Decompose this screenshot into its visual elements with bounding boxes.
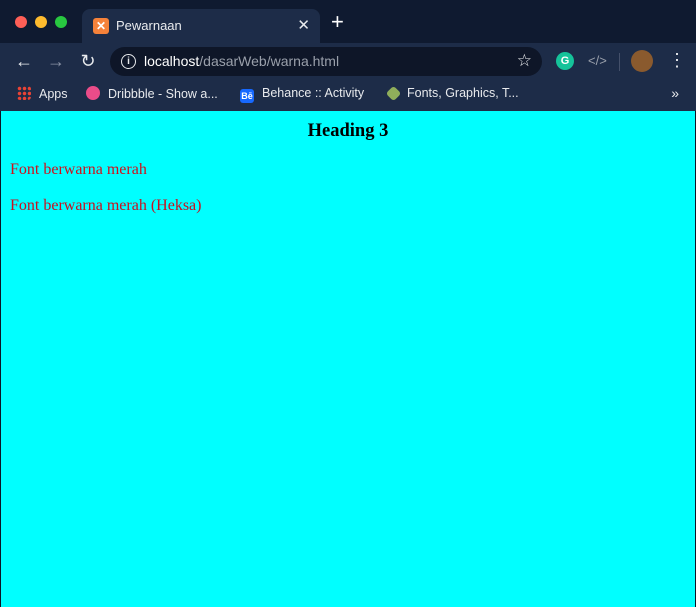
more-menu-icon[interactable]: ⋮ — [668, 50, 686, 71]
info-icon[interactable]: i — [121, 54, 136, 69]
bookmark-label: Fonts, Graphics, T... — [407, 86, 519, 100]
toolbar-divider — [619, 53, 620, 71]
tab-close-icon[interactable]: ✕ — [297, 16, 310, 34]
window-minimize-button[interactable] — [35, 16, 47, 28]
tab-title: Pewarnaan — [116, 18, 182, 33]
bookmark-behance[interactable]: Bē Behance :: Activity — [240, 86, 364, 104]
red-hex-text-paragraph: Font berwarna merah (Heksa) — [10, 197, 202, 214]
bookmark-fonts[interactable]: Fonts, Graphics, T... — [385, 85, 519, 104]
bookmark-apps[interactable]: Apps — [17, 86, 68, 104]
red-text-paragraph: Font berwarna merah — [10, 161, 147, 178]
bookmark-star-icon[interactable]: ☆ — [517, 51, 532, 71]
url-host: localhost — [144, 53, 200, 69]
tag-icon — [385, 85, 402, 102]
tab-active[interactable]: ✕ Pewarnaan ✕ — [82, 9, 320, 43]
browser-window: ✕ Pewarnaan ✕ + ← → ↻ i localhost/dasarW… — [0, 0, 696, 607]
apps-grid-icon — [17, 86, 31, 100]
dribbble-icon — [86, 86, 100, 100]
reload-icon[interactable]: ↻ — [78, 51, 98, 71]
window-close-button[interactable] — [15, 16, 27, 28]
bookmark-label: Apps — [39, 87, 68, 101]
bookmark-label: Behance :: Activity — [262, 86, 365, 100]
profile-avatar[interactable] — [631, 50, 653, 72]
url-text[interactable]: localhost/dasarWeb/warna.html — [144, 53, 339, 69]
code-extension-icon[interactable]: </> — [588, 53, 607, 68]
forward-arrow-icon[interactable]: → — [46, 51, 66, 71]
new-tab-button[interactable]: + — [331, 11, 344, 33]
xampp-icon: ✕ — [93, 18, 109, 34]
address-bar[interactable]: i localhost/dasarWeb/warna.html ☆ — [110, 47, 542, 76]
grammarly-extension-icon[interactable]: G — [556, 52, 574, 70]
browser-toolbar: ← → ↻ i localhost/dasarWeb/warna.html ☆ … — [0, 43, 696, 80]
page-heading: Heading 3 — [307, 121, 389, 141]
tab-strip: ✕ Pewarnaan ✕ + — [0, 0, 696, 43]
bookmarks-bar: Apps Dribbble - Show a... Bē Behance :: A… — [0, 80, 696, 111]
behance-icon: Bē — [240, 89, 254, 103]
bookmark-label: Dribbble - Show a... — [108, 87, 218, 101]
window-maximize-button[interactable] — [55, 16, 67, 28]
bookmark-dribbble[interactable]: Dribbble - Show a... — [86, 86, 218, 104]
url-path: /dasarWeb/warna.html — [199, 53, 340, 69]
bookmarks-overflow-icon[interactable]: » — [671, 85, 679, 101]
back-arrow-icon[interactable]: ← — [14, 51, 34, 71]
page-content: Heading 3 Font berwarna merah Font berwa… — [1, 111, 695, 607]
